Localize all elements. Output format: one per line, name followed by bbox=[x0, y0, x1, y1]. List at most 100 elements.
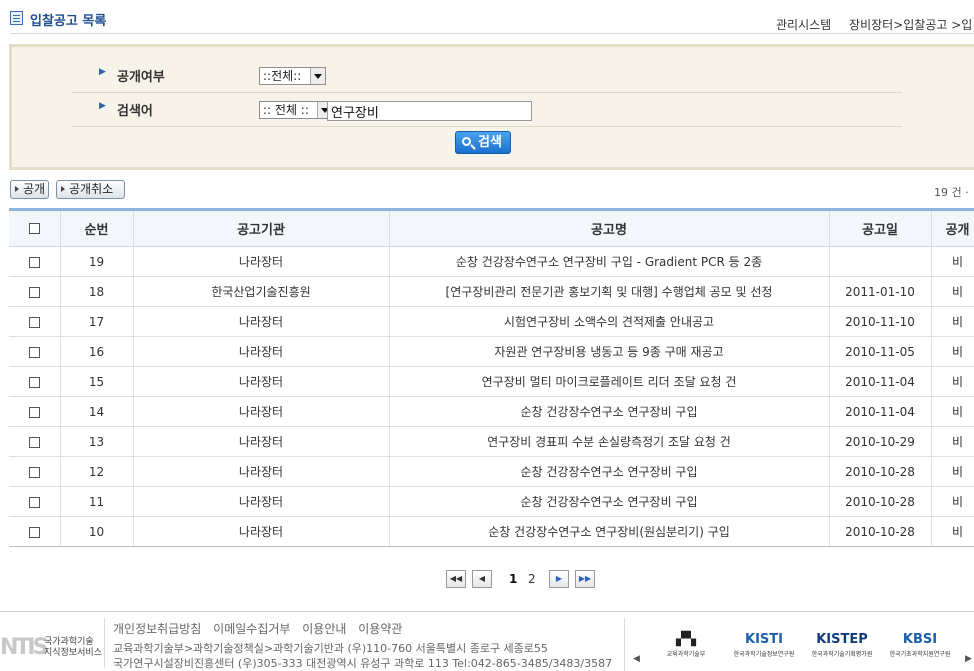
table-header-row: 순번 공고기관 공고명 공고일 공개 bbox=[9, 209, 974, 247]
breadcrumb: 관리시스템 장비장터>입찰공고 >입 bbox=[776, 16, 972, 33]
cell-no: 18 bbox=[60, 276, 134, 307]
row-checkbox[interactable] bbox=[28, 496, 40, 508]
cell-title[interactable]: 연구장비 경표피 수분 손실량측정기 조달 요청 건 bbox=[389, 426, 830, 457]
cell-date: 2011-01-10 bbox=[829, 276, 932, 307]
footer-link-privacy[interactable]: 개인정보취급방침 bbox=[113, 622, 201, 636]
partner-banner-area: ◀ ▞▚ 교육과학기술부 KISTI 한국과학기술정보연구원 KISTEP 한국… bbox=[624, 618, 974, 671]
page-number[interactable]: 2 bbox=[528, 572, 536, 586]
prev-page-button[interactable]: ◀ bbox=[472, 570, 492, 588]
public-select-value: ::전체:: bbox=[263, 69, 302, 83]
unpublish-button[interactable]: 공개취소 bbox=[56, 180, 125, 199]
ntis-logo[interactable]: NTIS 국가과학기술 지식정보서비스 bbox=[0, 631, 102, 667]
table-row[interactable]: 11 나라장터 순창 건강장수연구소 연구장비 구입 2010-10-28 비 bbox=[9, 486, 974, 517]
column-header-agency[interactable]: 공고기관 bbox=[133, 209, 390, 247]
footer-address-ministry: 교육과학기술부>과학기술정책실>과학기술기반과 (우)110-760 서울특별시… bbox=[113, 642, 548, 655]
cell-title[interactable]: 시험연구장비 소액수의 견적제출 안내공고 bbox=[389, 306, 830, 337]
search-input[interactable] bbox=[327, 101, 532, 121]
page-title: 입찰공고 목록 bbox=[30, 14, 107, 29]
cell-title[interactable]: [연구장비관리 전문기관 홍보기획 및 대행] 수행업체 공모 및 선정 bbox=[389, 276, 830, 307]
footer-divider bbox=[104, 618, 105, 668]
cell-date: 2010-11-05 bbox=[829, 336, 932, 367]
cell-title[interactable]: 자원관 연구장비용 냉동고 등 9종 구매 재공고 bbox=[389, 336, 830, 367]
select-all-checkbox[interactable] bbox=[28, 223, 40, 234]
column-header-title[interactable]: 공고명 bbox=[389, 209, 830, 247]
cell-agency: 나라장터 bbox=[133, 336, 390, 367]
cell-no: 12 bbox=[60, 456, 134, 487]
cell-agency: 나라장터 bbox=[133, 486, 390, 517]
chevron-down-icon[interactable] bbox=[310, 68, 325, 84]
banner-kistep[interactable]: KISTEP 한국과학기술기획평가원 bbox=[807, 632, 877, 671]
row-checkbox[interactable] bbox=[28, 286, 40, 298]
banner-next-icon[interactable]: ▶ bbox=[965, 654, 972, 664]
table-row[interactable]: 12 나라장터 순창 건강장수연구소 연구장비 구입 2010-10-28 비 bbox=[9, 456, 974, 487]
cell-no: 14 bbox=[60, 396, 134, 427]
cell-date: 2010-10-28 bbox=[829, 456, 932, 487]
cell-public: 비 bbox=[931, 396, 974, 427]
first-page-button[interactable]: ◀◀ bbox=[446, 570, 466, 588]
breadcrumb-item-system[interactable]: 관리시스템 bbox=[776, 18, 831, 32]
cell-agency: 나라장터 bbox=[133, 516, 390, 547]
breadcrumb-item-market[interactable]: 장비장터 bbox=[849, 18, 893, 32]
column-header-public[interactable]: 공개 bbox=[931, 209, 974, 247]
row-checkbox[interactable] bbox=[28, 526, 40, 538]
row-checkbox[interactable] bbox=[28, 346, 40, 358]
cell-public: 비 bbox=[931, 246, 974, 277]
cell-date: 2010-10-29 bbox=[829, 426, 932, 457]
table-row[interactable]: 15 나라장터 연구장비 멀티 마이크로플레이트 리더 조달 요청 건 2010-11… bbox=[9, 366, 974, 397]
cell-title[interactable]: 순창 건강장수연구소 연구장비 구입 bbox=[389, 456, 830, 487]
cell-public: 비 bbox=[931, 276, 974, 307]
cell-public: 비 bbox=[931, 486, 974, 517]
search-row-keyword: ▶ 검색어 :: 전체 :: bbox=[72, 93, 902, 127]
footer-link-terms[interactable]: 이용약관 bbox=[358, 622, 402, 636]
cell-title[interactable]: 연구장비 멀티 마이크로플레이트 리더 조달 요청 건 bbox=[389, 366, 830, 397]
table-row[interactable]: 10 나라장터 순창 건강장수연구소 연구장비(원심분리기) 구입 2010-10-2… bbox=[9, 516, 974, 547]
row-checkbox[interactable] bbox=[28, 466, 40, 478]
cell-title[interactable]: 순창 건강장수연구소 연구장비(원심분리기) 구입 bbox=[389, 516, 830, 547]
cell-title[interactable]: 순창 건강장수연구소 연구장비 구입 bbox=[389, 396, 830, 427]
column-header-date[interactable]: 공고일 bbox=[829, 209, 932, 247]
row-checkbox[interactable] bbox=[28, 376, 40, 388]
banner-kisti[interactable]: KISTI 한국과학기술정보연구원 bbox=[729, 632, 799, 671]
keyword-field-select[interactable]: :: 전체 :: bbox=[259, 101, 333, 119]
row-checkbox-cell bbox=[9, 306, 61, 337]
last-page-button[interactable]: ▶▶ bbox=[575, 570, 595, 588]
banner-prev-icon[interactable]: ◀ bbox=[633, 654, 640, 664]
cell-no: 11 bbox=[60, 486, 134, 517]
footer-link-guide[interactable]: 이용안내 bbox=[302, 622, 346, 636]
breadcrumb-item-bid[interactable]: >입찰공고 bbox=[893, 18, 947, 32]
cell-date: 2010-11-04 bbox=[829, 366, 932, 397]
breadcrumb-item-current[interactable]: >입 bbox=[951, 18, 972, 32]
row-checkbox[interactable] bbox=[28, 406, 40, 418]
cell-title[interactable]: 순창 건강장수연구소 연구장비 구입 - Gradient PCR 등 2종 bbox=[389, 246, 830, 277]
table-row[interactable]: 17 나라장터 시험연구장비 소액수의 견적제출 안내공고 2010-11-10 비 bbox=[9, 306, 974, 337]
cell-title[interactable]: 순창 건강장수연구소 연구장비 구입 bbox=[389, 486, 830, 517]
publish-button[interactable]: 공개 bbox=[10, 180, 49, 199]
banner-logo: KISTI bbox=[745, 632, 783, 647]
keyword-label: 검색어 bbox=[117, 104, 153, 119]
cell-agency: 나라장터 bbox=[133, 426, 390, 457]
next-page-button[interactable]: ▶ bbox=[549, 570, 569, 588]
public-label: 공개여부 bbox=[117, 70, 165, 85]
banner-kbsi[interactable]: KBSI 한국기초과학지원연구원 bbox=[885, 632, 955, 671]
table-row[interactable]: 14 나라장터 순창 건강장수연구소 연구장비 구입 2010-11-04 비 bbox=[9, 396, 974, 427]
cell-agency: 나라장터 bbox=[133, 366, 390, 397]
footer-link-email-refusal[interactable]: 이메일수집거부 bbox=[213, 622, 290, 636]
keyword-select-value: :: 전체 :: bbox=[263, 103, 309, 117]
page-number-current[interactable]: 1 bbox=[509, 572, 517, 586]
table-row[interactable]: 13 나라장터 연구장비 경표피 수분 손실량측정기 조달 요청 건 2010-10-… bbox=[9, 426, 974, 457]
row-checkbox[interactable] bbox=[28, 256, 40, 268]
table-row[interactable]: 18 한국산업기술진흥원 [연구장비관리 전문기관 홍보기획 및 대행] 수행업체 … bbox=[9, 276, 974, 307]
column-header-no[interactable]: 순번 bbox=[60, 209, 134, 247]
cell-date: 2010-10-28 bbox=[829, 516, 932, 547]
row-checkbox-cell bbox=[9, 276, 61, 307]
cell-date bbox=[829, 246, 932, 277]
row-checkbox[interactable] bbox=[28, 436, 40, 448]
public-select[interactable]: ::전체:: bbox=[259, 67, 326, 85]
row-checkbox[interactable] bbox=[28, 316, 40, 328]
search-button[interactable]: 검색 bbox=[455, 131, 511, 154]
bid-notice-table: 순번 공고기관 공고명 공고일 공개 19 나라장터 순창 건강장수연구소 연구장비… bbox=[9, 208, 974, 547]
ntis-logo-mark: NTIS bbox=[0, 635, 48, 660]
table-row[interactable]: 16 나라장터 자원관 연구장비용 냉동고 등 9종 구매 재공고 2010-11-0… bbox=[9, 336, 974, 367]
banner-mest[interactable]: ▞▚ 교육과학기술부 bbox=[651, 632, 721, 671]
table-row[interactable]: 19 나라장터 순창 건강장수연구소 연구장비 구입 - Gradient PCR … bbox=[9, 246, 974, 277]
